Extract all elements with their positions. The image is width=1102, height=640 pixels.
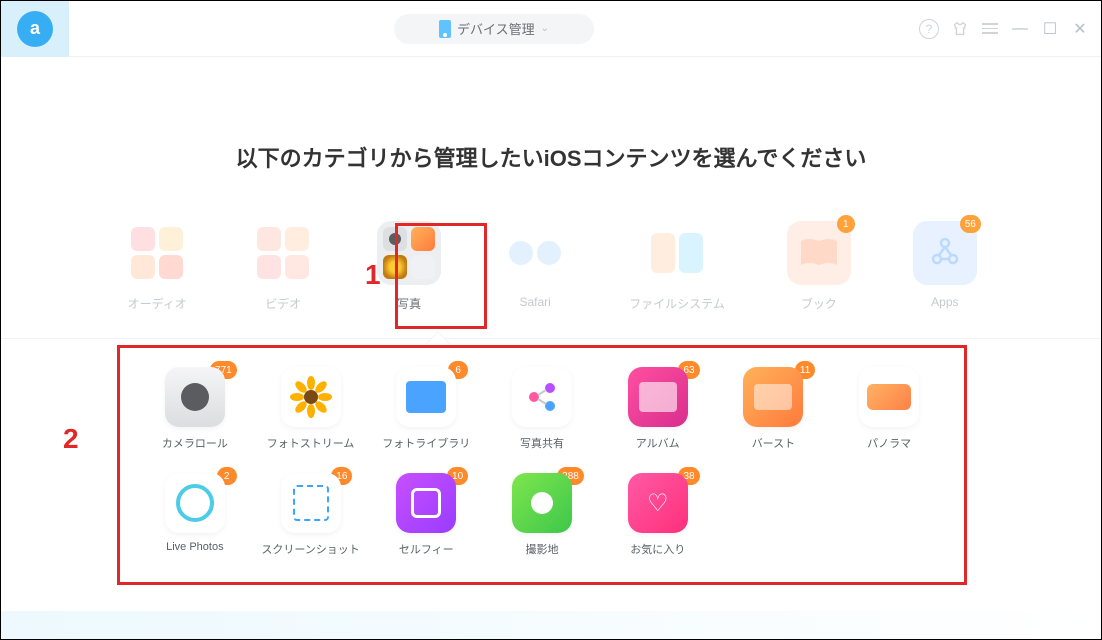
- annotation-number-1: 1: [365, 259, 381, 291]
- category-label: ブック: [801, 295, 837, 312]
- category-label: ファイルシステム: [629, 295, 725, 312]
- category-safari[interactable]: Safari: [503, 221, 567, 312]
- category-books[interactable]: 1 ブック: [787, 221, 851, 312]
- category-audio[interactable]: オーディオ: [125, 221, 189, 312]
- page-heading: 以下のカテゴリから管理したいiOSコンテンツを選んでください: [1, 141, 1101, 173]
- video-icon: [251, 221, 315, 285]
- category-label: オーディオ: [128, 295, 187, 312]
- category-apps[interactable]: 56 Apps: [913, 221, 977, 312]
- category-label: ビデオ: [265, 295, 301, 312]
- titlebar: a デバイス管理 ⌄ ? — ☐ ✕: [1, 1, 1101, 57]
- badge: 1: [837, 215, 855, 233]
- annotation-box-1: [395, 223, 487, 329]
- chevron-down-icon: ⌄: [541, 23, 549, 34]
- safari-icon: [503, 221, 567, 285]
- help-icon[interactable]: ?: [919, 19, 939, 39]
- minimize-icon[interactable]: —: [1011, 20, 1029, 38]
- app-logo: a: [1, 1, 69, 57]
- filesystem-icon: [645, 221, 709, 285]
- close-icon[interactable]: ✕: [1071, 20, 1089, 38]
- window-controls: ? — ☐ ✕: [919, 19, 1089, 39]
- annotation-box-2: [117, 345, 967, 585]
- divider: [1, 338, 1101, 339]
- device-dropdown[interactable]: デバイス管理 ⌄: [394, 14, 594, 44]
- badge: 56: [960, 215, 981, 233]
- category-row: オーディオ ビデオ 写真 Safari ファイルシステム 1 ブック 56 Ap…: [1, 221, 1101, 312]
- category-video[interactable]: ビデオ: [251, 221, 315, 312]
- skin-icon[interactable]: [951, 20, 969, 38]
- category-label: Apps: [931, 295, 958, 309]
- audio-icon: [125, 221, 189, 285]
- phone-icon: [439, 20, 451, 38]
- decorative-wave: [1, 611, 1101, 639]
- annotation-number-2: 2: [63, 423, 79, 455]
- menu-icon[interactable]: [981, 20, 999, 38]
- category-label: Safari: [519, 295, 550, 309]
- logo-icon: a: [17, 11, 53, 47]
- category-filesystem[interactable]: ファイルシステム: [629, 221, 725, 312]
- dropdown-label: デバイス管理: [457, 19, 535, 38]
- maximize-icon[interactable]: ☐: [1041, 20, 1059, 38]
